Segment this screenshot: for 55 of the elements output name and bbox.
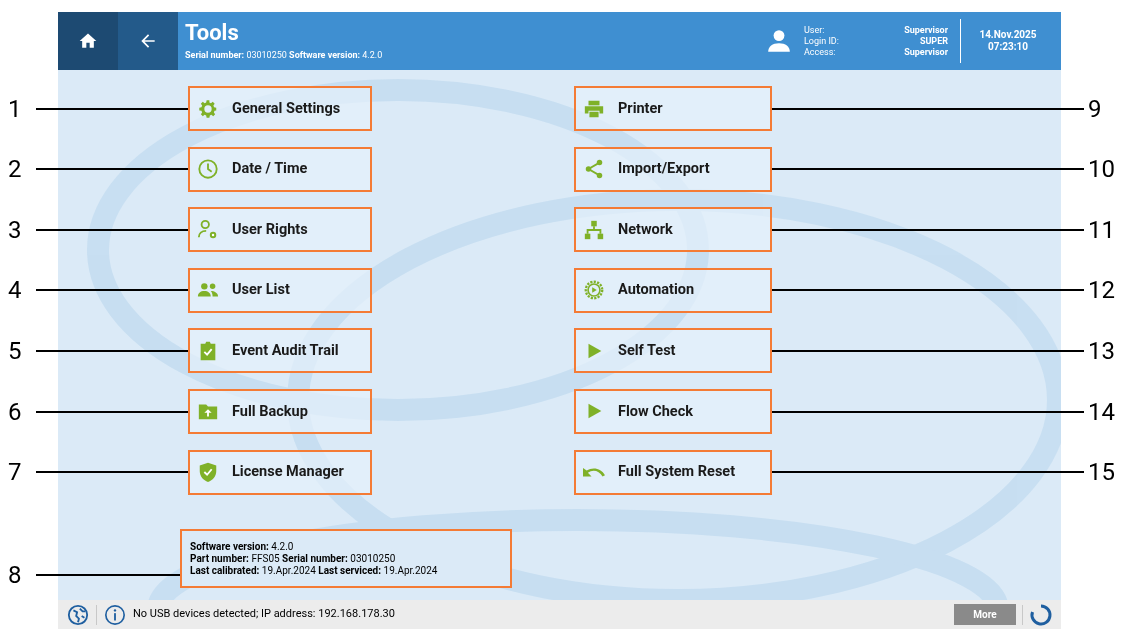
callout-number: 14 xyxy=(1088,397,1115,426)
tool-button[interactable]: User Rights xyxy=(188,207,372,253)
callout-number: 2 xyxy=(8,155,22,184)
tool-button[interactable]: Full System Reset xyxy=(574,449,772,495)
callout-number: 11 xyxy=(1088,215,1115,244)
callout-number: 3 xyxy=(8,215,22,244)
network-icon xyxy=(583,218,605,241)
callout-number: 12 xyxy=(1088,276,1115,305)
page-title: Tools xyxy=(185,20,240,46)
user-gear-icon xyxy=(197,218,219,241)
tool-button[interactable]: Date / Time xyxy=(188,146,372,192)
tool-button[interactable]: Network xyxy=(574,207,772,253)
tool-button[interactable]: Self Test xyxy=(574,328,772,374)
date-text: 14.Nov.2025 xyxy=(979,29,1037,41)
tool-button[interactable]: Printer xyxy=(574,86,772,131)
device-info-panel: Software version: 4.2.0 Part number: FFS05 Serial number: 03010250 Last calibrated: 19.Apr.2024 Last serviced: 19.Apr.2024 xyxy=(180,529,512,588)
tool-button[interactable]: Event Audit Trail xyxy=(188,328,372,374)
gear-icon xyxy=(197,97,219,120)
callout-number: 8 xyxy=(8,560,22,589)
page-subtitle: Serial number: 03010250 Software version: 4.2.0 xyxy=(185,49,383,62)
home-icon xyxy=(78,31,98,51)
globe-icon[interactable] xyxy=(67,603,89,626)
tool-button[interactable]: Import/Export xyxy=(574,146,772,192)
status-message: No USB devices detected; IP address: 192.168.178.30 xyxy=(133,606,395,623)
callout-number: 7 xyxy=(8,458,22,487)
user-field-value: Supervisor xyxy=(904,46,948,58)
time-text: 07:23:10 xyxy=(987,41,1029,53)
callout-number: 5 xyxy=(8,336,22,365)
info-icon[interactable] xyxy=(104,603,126,626)
tool-button[interactable]: License Manager xyxy=(188,449,372,495)
tool-button[interactable]: Automation xyxy=(574,267,772,313)
undo-arrow-icon xyxy=(583,467,605,478)
tool-button[interactable]: Flow Check xyxy=(574,388,772,434)
home-button[interactable] xyxy=(58,12,118,70)
callout-number: 1 xyxy=(8,94,22,123)
user-field-label: Access: xyxy=(804,46,837,58)
refresh-icon[interactable] xyxy=(1029,602,1053,627)
callout-number: 10 xyxy=(1088,155,1115,184)
callout-number: 9 xyxy=(1088,94,1102,123)
callout-number: 13 xyxy=(1088,336,1115,365)
user-field-label: User: xyxy=(804,24,826,36)
callout-number: 15 xyxy=(1088,458,1115,487)
user-field-label: Login ID: xyxy=(804,35,840,47)
callout-number: 6 xyxy=(8,397,22,426)
callout-number: 4 xyxy=(8,276,22,305)
gear-play-icon xyxy=(583,279,605,302)
tool-button[interactable]: General Settings xyxy=(188,86,372,131)
share-icon xyxy=(583,158,605,181)
user-icon xyxy=(766,28,792,54)
tool-button[interactable]: Full Backup xyxy=(188,388,372,434)
tool-button[interactable]: User List xyxy=(188,267,372,313)
shield-check-icon xyxy=(197,461,219,484)
clock-icon xyxy=(197,158,219,181)
user-field-value: Supervisor xyxy=(904,24,948,36)
user-field-value: SUPER xyxy=(919,35,948,47)
